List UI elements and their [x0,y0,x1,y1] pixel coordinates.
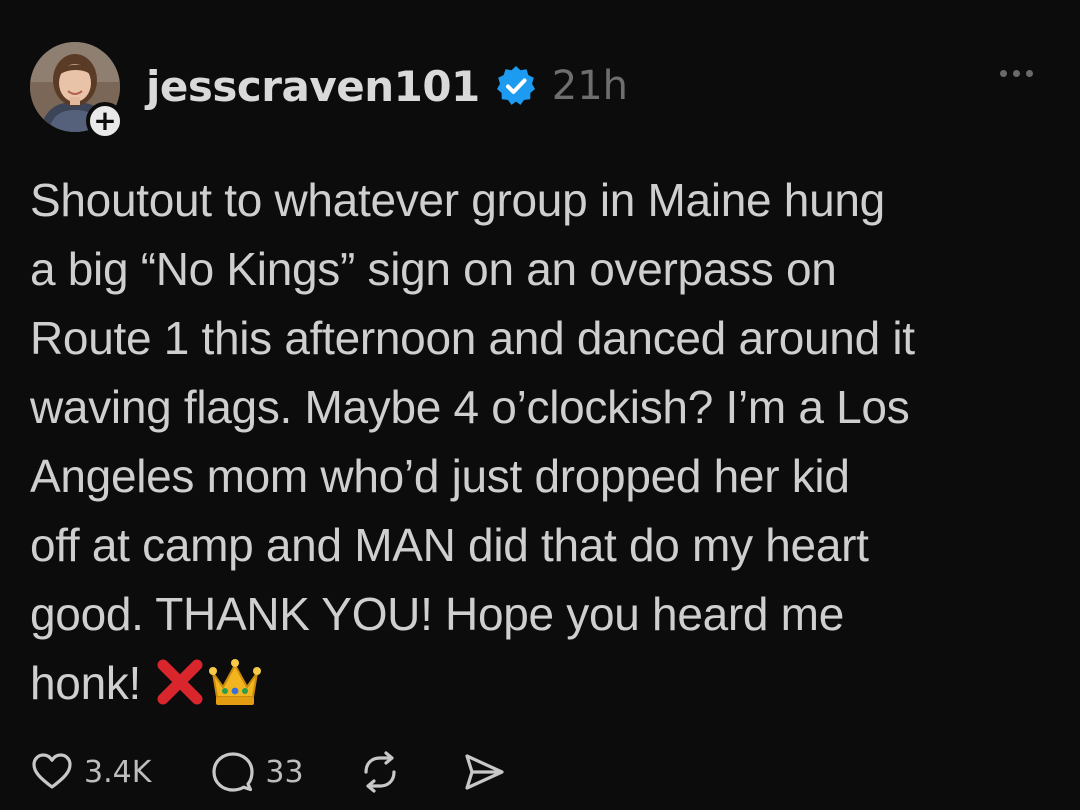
post-header: jesscraven101 21h [146,58,628,114]
avatar-container[interactable]: + [30,42,124,140]
like-count: 3.4K [84,754,152,790]
post-text-line: Shoutout to whatever group in Maine hung [30,174,885,226]
heart-icon [32,753,72,789]
crown-emoji [209,659,262,705]
comment-bubble-icon [212,752,254,792]
share-button[interactable] [462,750,506,794]
post-text-line: a big “No Kings” sign on an overpass on [30,243,837,295]
reply-button[interactable]: 33 [211,750,304,794]
post-text-line: honk! [30,657,142,709]
plus-icon: + [93,104,117,137]
post-timestamp: 21h [551,63,629,109]
post-text-line: good. THANK YOU! Hope you heard me [30,588,844,640]
post-text-line: Route 1 this afternoon and danced around… [30,312,915,364]
more-options-icon[interactable] [1000,70,1033,77]
cross-mark-emoji [157,659,203,705]
thread-post: + jesscraven101 21h Shoutout to whatever… [0,0,1080,810]
post-text-line: waving flags. Maybe 4 o’clockish? I’m a … [30,381,910,433]
reply-count: 33 [265,754,304,790]
send-icon [464,754,504,790]
repost-icon [363,751,396,793]
more-dot [1000,70,1007,77]
post-text-line: off at camp and MAN did that do my heart [30,519,869,571]
username-link[interactable]: jesscraven101 [146,62,480,111]
like-button[interactable]: 3.4K [30,750,151,794]
post-action-bar: 3.4K 33 [30,748,506,796]
repost-button[interactable] [358,750,402,794]
more-dot [1026,70,1033,77]
verified-badge-icon [496,66,535,105]
more-dot [1013,70,1020,77]
post-text-line: Angeles mom who’d just dropped her kid [30,450,850,502]
post-body-text: Shoutout to whatever group in Maine hung… [30,166,1040,718]
follow-plus-button[interactable]: + [86,102,124,140]
